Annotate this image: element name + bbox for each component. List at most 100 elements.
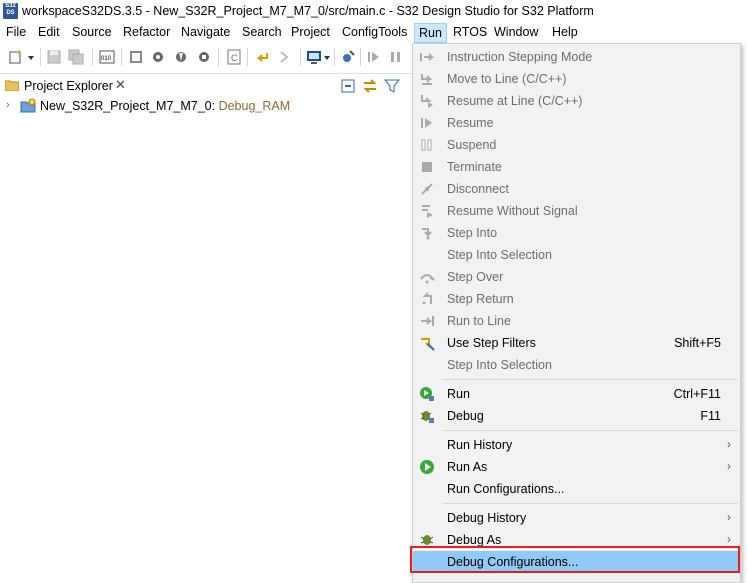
collapse-all-icon[interactable] [340,78,356,94]
menu-item-debug-history[interactable]: Debug History › [413,507,740,529]
folder-icon [5,80,19,91]
filter-icon[interactable] [384,78,400,94]
menu-item-step-into[interactable]: Step Into [413,222,740,244]
toolbar-separator [300,48,301,66]
editor-edge [740,96,748,581]
submenu-arrow-icon: › [727,532,731,546]
chevron-right-icon[interactable]: › [6,99,10,111]
menu-window[interactable]: Window [494,25,538,39]
menu-item-run[interactable]: Run Ctrl+F11 [413,383,740,405]
terminal-dropdown-icon[interactable] [322,49,332,65]
window-title: workspaceS32DS.3.5 - New_S32R_Project_M7… [22,4,594,18]
app-icon: S32 DS [3,3,18,19]
project-explorer-tab[interactable]: Project Explorer [24,79,113,93]
forward-icon[interactable] [277,49,293,65]
terminate-icon [422,162,432,172]
new-c-file-icon[interactable]: C [226,49,242,65]
menu-project[interactable]: Project [291,25,330,39]
resume-without-signal-icon [422,205,433,218]
menu-item-instruction-stepping-mode[interactable]: Instruction Stepping Mode [413,46,740,68]
menu-item-move-to-line[interactable]: Move to Line (C/C++) [413,68,740,90]
instruction-stepping-icon [420,53,435,61]
menu-separator [443,379,738,380]
resume-at-line-icon [421,95,433,108]
terminal-icon[interactable] [306,49,322,65]
step-into-icon [422,228,432,240]
suspend-toolbar-icon[interactable] [388,49,404,65]
svg-text:010: 010 [101,56,112,62]
project-explorer-header: Project Explorer ✕ [0,73,412,98]
suspend-icon [421,139,432,151]
move-to-line-icon [421,74,433,85]
svg-text:C: C [231,53,238,63]
menu-item-disconnect[interactable]: Disconnect [413,178,740,200]
step-filters-icon [421,338,435,351]
menu-file[interactable]: File [6,25,26,39]
menu-edit[interactable]: Edit [38,25,60,39]
menu-navigate[interactable]: Navigate [181,25,230,39]
tree-item-label: New_S32R_Project_M7_M7_0: Debug_RAM [40,99,291,113]
title-bar: S32 DS workspaceS32DS.3.5 - New_S32R_Proj… [0,0,748,23]
external-tools-icon[interactable] [196,49,212,65]
toolbar-separator [247,48,248,66]
debug-icon [420,411,434,423]
menu-item-resume[interactable]: Resume [413,112,740,134]
menu-item-step-into-selection[interactable]: Step Into Selection [413,244,740,266]
disconnect-icon [421,183,433,195]
new-file-icon[interactable] [8,49,24,65]
menu-item-run-configurations[interactable]: Run Configurations... [413,478,740,500]
close-icon[interactable]: ✕ [115,77,126,93]
highlight-callout [410,546,740,573]
toolbar-separator [92,48,93,66]
menu-source[interactable]: Source [72,25,112,39]
step-return-icon [422,292,432,305]
toolbar-separator [360,48,361,66]
menu-rtos[interactable]: RTOS [453,25,487,39]
resume-icon [421,118,432,128]
menu-separator [443,430,738,431]
menu-item-step-over[interactable]: Step Over [413,266,740,288]
menu-bar: File Edit Source Refactor Navigate Searc… [0,23,748,43]
binary-icon[interactable]: 010 [99,49,115,65]
menu-item-use-step-filters[interactable]: Use Step Filters Shift+F5 [413,332,740,354]
debug-toolbar-icon[interactable] [150,49,166,65]
menu-item-step-return[interactable]: Step Return [413,288,740,310]
menu-search[interactable]: Search [242,25,282,39]
toolbar-separator [40,48,41,66]
menu-item-run-to-line[interactable]: Run to Line [413,310,740,332]
menu-item-resume-without-signal[interactable]: Resume Without Signal [413,200,740,222]
menu-run[interactable]: Run [414,23,447,43]
skip-breakpoints-icon[interactable] [340,49,356,65]
save-all-icon[interactable] [68,49,84,65]
run-to-line-icon [421,316,434,326]
menu-item-run-as[interactable]: Run As › [413,456,740,478]
toolbar-separator [218,48,219,66]
run-icon [420,387,434,401]
menu-item-terminate[interactable]: Terminate [413,156,740,178]
back-icon[interactable] [254,49,270,65]
menu-item-debug[interactable]: Debug F11 [413,405,740,427]
submenu-arrow-icon: › [727,459,731,473]
menu-help[interactable]: Help [552,25,578,39]
flash-icon[interactable] [173,49,189,65]
menu-item-resume-at-line[interactable]: Resume at Line (C/C++) [413,90,740,112]
resume-toolbar-icon[interactable] [366,49,382,65]
project-icon [20,98,36,113]
submenu-arrow-icon: › [727,437,731,451]
link-with-editor-icon[interactable] [362,78,378,94]
menu-configtools[interactable]: ConfigTools [342,25,407,39]
menu-refactor[interactable]: Refactor [123,25,170,39]
new-dropdown-icon[interactable] [26,49,36,65]
menu-item-step-into-selection-2[interactable]: Step Into Selection [413,354,740,376]
run-as-icon [420,460,434,474]
submenu-arrow-icon: › [727,510,731,524]
run-menu: Instruction Stepping Mode Move to Line (… [412,43,741,583]
build-icon[interactable] [128,49,144,65]
tree-item-project[interactable]: › New_S32R_Project_M7_M7_0: Debug_RAM [0,97,412,115]
menu-item-run-history[interactable]: Run History › [413,434,740,456]
menu-separator [443,503,738,504]
menu-item-suspend[interactable]: Suspend [413,134,740,156]
toolbar-separator [121,48,122,66]
save-icon[interactable] [46,49,62,65]
step-over-icon [420,274,435,284]
